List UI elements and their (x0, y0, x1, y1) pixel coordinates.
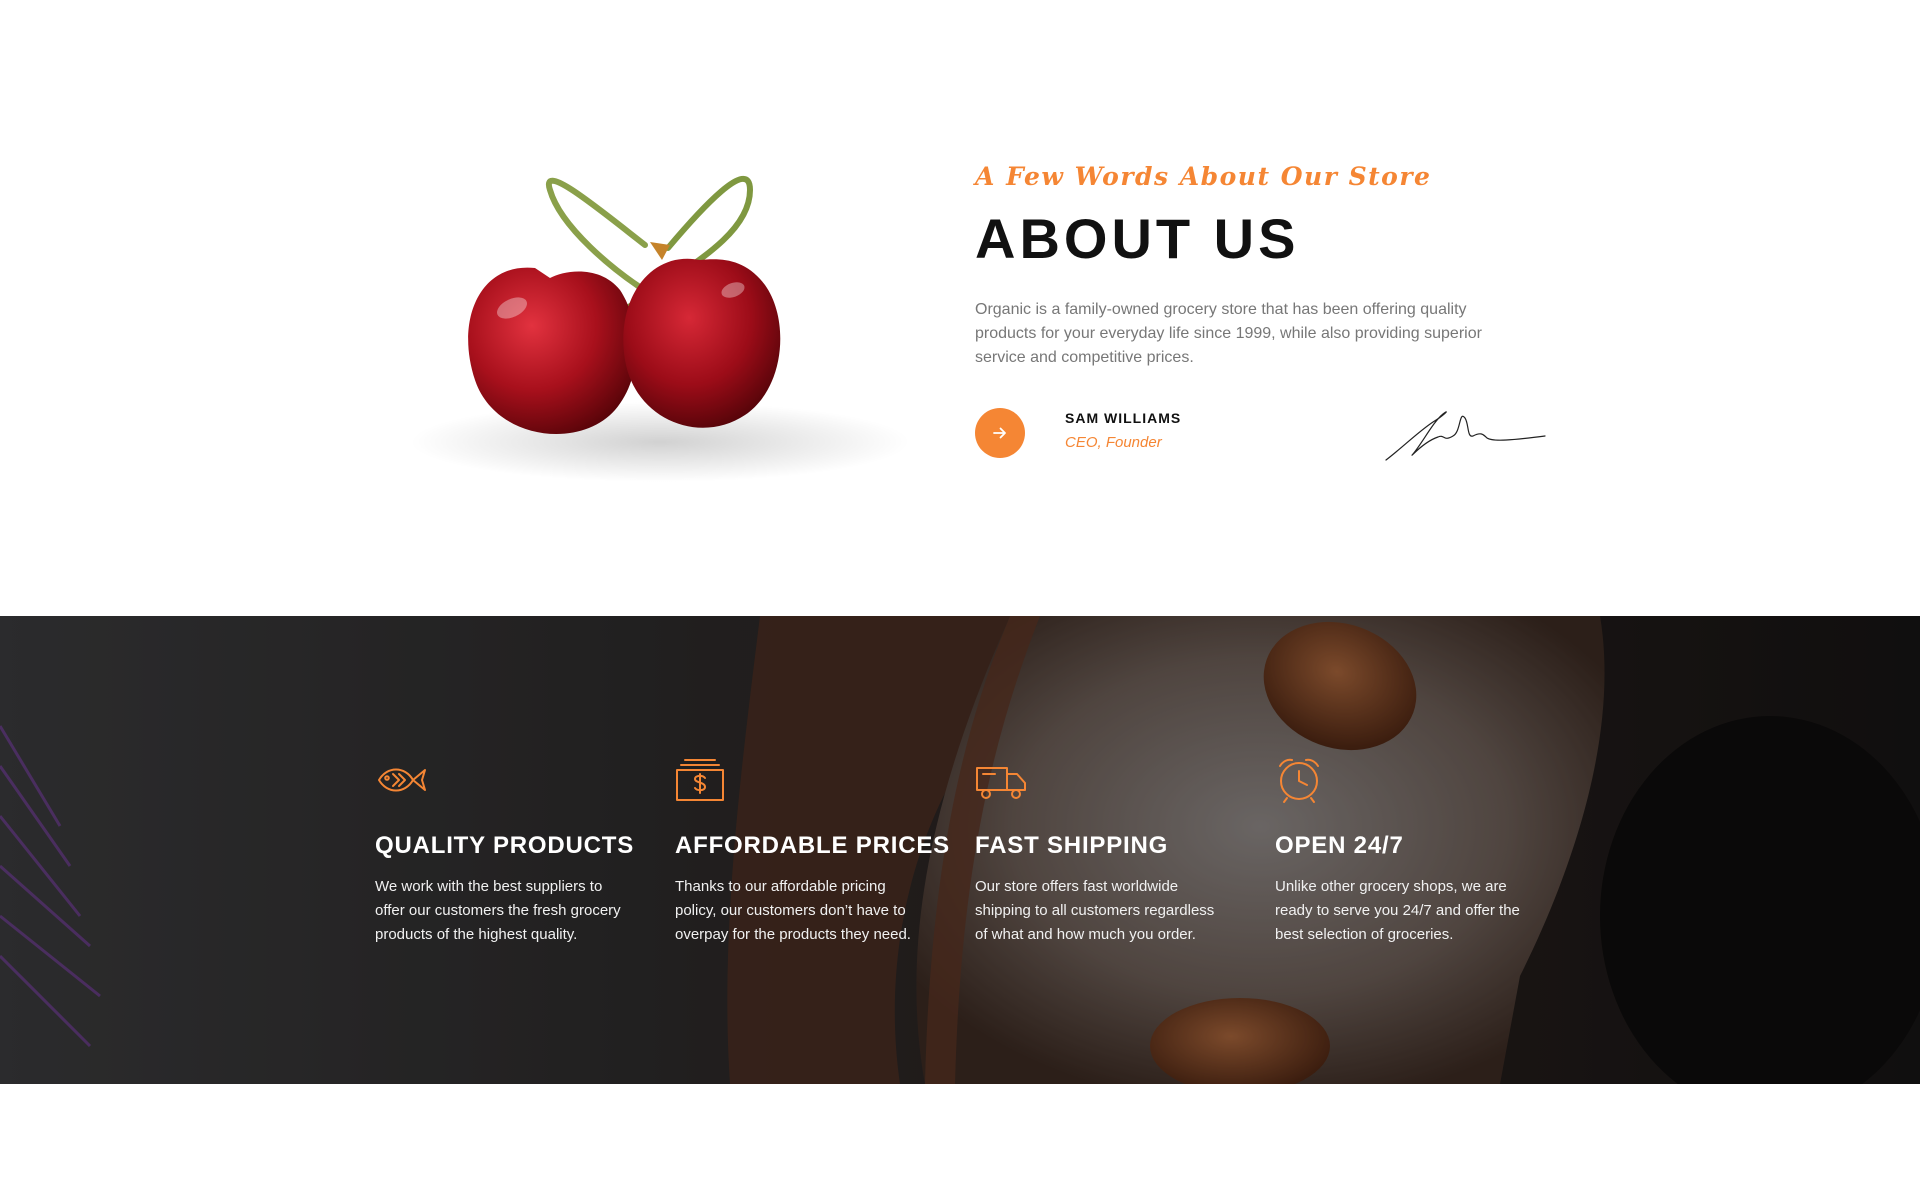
section-kicker: A Few Words About Our Store (975, 162, 1432, 191)
feature-title: AFFORDABLE PRICES (675, 832, 950, 859)
money-icon (676, 759, 724, 801)
page-title: ABOUT US (975, 207, 1300, 270)
author-row: SAM WILLIAMS CEO, Founder (975, 402, 1575, 472)
alarm-clock-icon (1279, 758, 1319, 803)
author-role: CEO, Founder (1065, 434, 1162, 451)
arrow-button[interactable] (975, 408, 1025, 458)
feature-title: OPEN 24/7 (1275, 832, 1404, 859)
about-text-block: A Few Words About Our Store ABOUT US Org… (975, 160, 1575, 472)
cherries-image (410, 175, 910, 482)
background-photo (0, 616, 1920, 1084)
about-description: Organic is a family-owned grocery store … (975, 301, 1482, 366)
feature-prices: AFFORDABLE PRICES Thanks to our affordab… (675, 756, 950, 947)
feature-text: Unlike other grocery shops, we are ready… (1275, 878, 1520, 943)
fish-icon (378, 768, 426, 792)
about-section: A Few Words About Our Store ABOUT US Org… (0, 0, 1920, 616)
arrow-right-icon (993, 427, 1006, 439)
feature-text: Our store offers fast worldwide shipping… (975, 878, 1215, 943)
feature-text: Thanks to our affordable pricing policy,… (675, 878, 911, 943)
truck-icon (976, 767, 1026, 799)
feature-quality: QUALITY PRODUCTS We work with the best s… (375, 756, 635, 947)
feature-text: We work with the best suppliers to offer… (375, 878, 621, 943)
feature-title: FAST SHIPPING (975, 832, 1169, 859)
feature-open: OPEN 24/7 Unlike other grocery shops, we… (1275, 756, 1535, 947)
author-name: SAM WILLIAMS (1065, 410, 1182, 426)
signature-image (1385, 411, 1546, 461)
feature-title: QUALITY PRODUCTS (375, 832, 635, 859)
feature-shipping: FAST SHIPPING Our store offers fast worl… (975, 756, 1235, 947)
features-section: QUALITY PRODUCTS We work with the best s… (0, 616, 1920, 1084)
